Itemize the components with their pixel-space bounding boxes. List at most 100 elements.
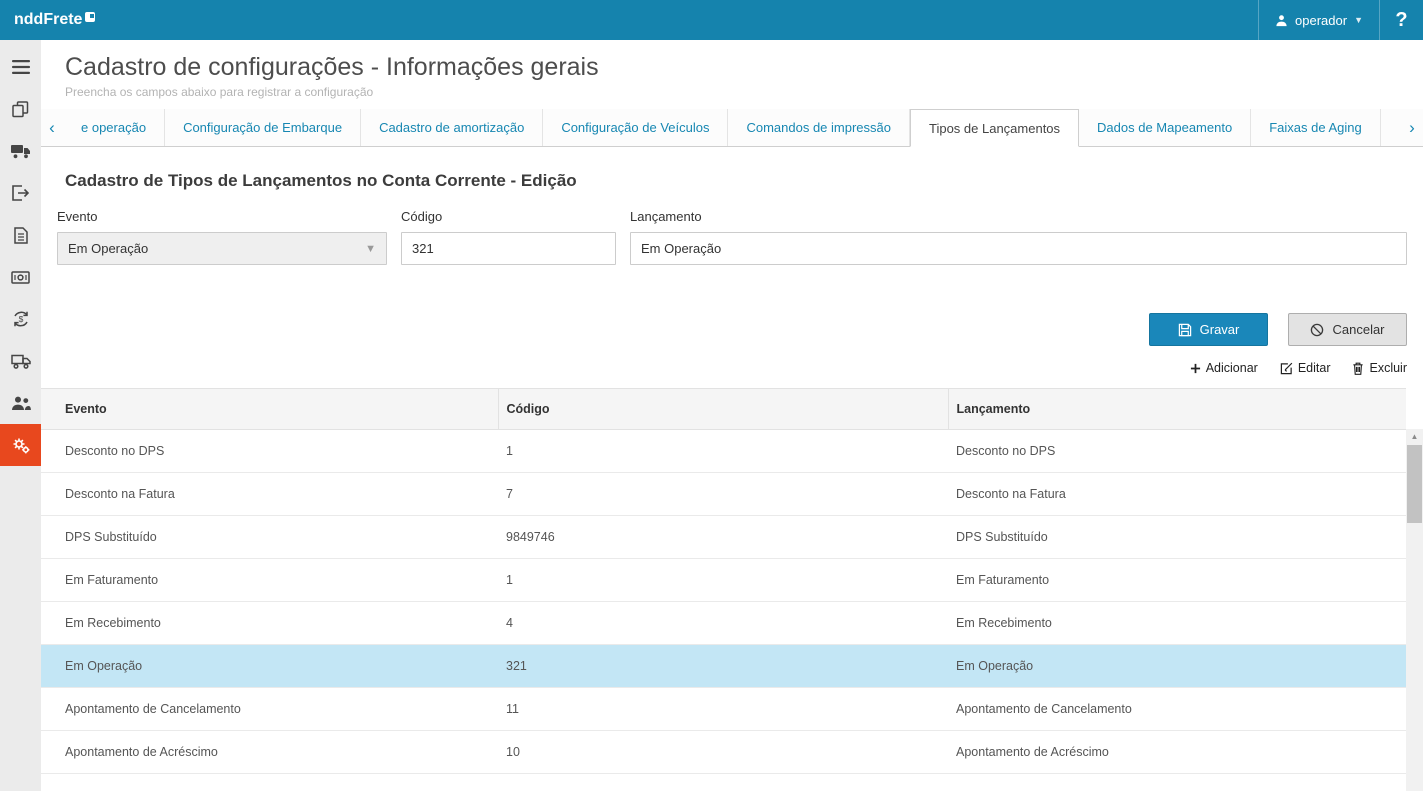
- codigo-input[interactable]: [401, 232, 616, 265]
- trash-icon: [1352, 362, 1364, 375]
- evento-label: Evento: [57, 209, 387, 224]
- tab-faixas-de-aging[interactable]: Faixas de Aging: [1251, 109, 1381, 146]
- tab-configuracao-de-veiculos[interactable]: Configuração de Veículos: [543, 109, 728, 146]
- cell-codigo: 11: [498, 688, 948, 731]
- excluir-label: Excluir: [1369, 361, 1407, 375]
- table-row[interactable]: Em Recebimento 4 Em Recebimento: [41, 602, 1406, 645]
- table-row[interactable]: Desconto no DPS 1 Desconto no DPS: [41, 430, 1406, 473]
- user-icon: [1275, 14, 1288, 27]
- tab-tipos-de-lancamentos[interactable]: Tipos de Lançamentos: [910, 109, 1079, 147]
- sidebar-item-money-cycle[interactable]: $: [0, 298, 41, 340]
- cell-evento: Apontamento de Cancelamento: [41, 688, 498, 731]
- gravar-label: Gravar: [1200, 322, 1240, 337]
- evento-field-group: Evento Em Operação ▼: [57, 209, 387, 265]
- cell-codigo: 9849746: [498, 516, 948, 559]
- cancel-icon: [1310, 323, 1324, 337]
- page-subtitle: Preencha os campos abaixo para registrar…: [65, 85, 1399, 99]
- sidebar-item-copy[interactable]: [0, 88, 41, 130]
- select-caret-icon: ▼: [365, 243, 376, 255]
- tab-comandos-de-impressao[interactable]: Comandos de impressão: [728, 109, 910, 146]
- sidebar-item-banknote[interactable]: [0, 256, 41, 298]
- tab-operacao[interactable]: e operação: [63, 109, 165, 146]
- brand-flag-icon: [85, 12, 95, 22]
- table-scrollbar[interactable]: ▲: [1406, 429, 1423, 791]
- table-row[interactable]: Apontamento de Acréscimo 10 Apontamento …: [41, 731, 1406, 774]
- cancelar-label: Cancelar: [1332, 322, 1384, 337]
- brand-logo: nddFrete: [14, 11, 95, 29]
- chevron-left-icon: ‹: [49, 118, 55, 138]
- evento-select[interactable]: Em Operação ▼: [57, 232, 387, 265]
- lancamentos-table: Evento Código Lançamento Desconto no DPS…: [41, 388, 1406, 774]
- sidebar-item-document[interactable]: [0, 214, 41, 256]
- tab-scroll-left[interactable]: ‹: [41, 109, 63, 146]
- cell-evento: Desconto no DPS: [41, 430, 498, 473]
- column-header-evento: Evento: [41, 389, 498, 430]
- cell-lancamento: Apontamento de Cancelamento: [948, 688, 1406, 731]
- help-label: ?: [1395, 9, 1407, 32]
- main-content: Cadastro de configurações - Informações …: [41, 40, 1423, 791]
- chevron-right-icon: ›: [1409, 118, 1415, 138]
- sidebar: $: [0, 40, 41, 791]
- editar-link[interactable]: Editar: [1280, 361, 1331, 375]
- banknote-icon: [11, 271, 30, 284]
- table-row-selected[interactable]: Em Operação 321 Em Operação: [41, 645, 1406, 688]
- table-row[interactable]: DPS Substituído 9849746 DPS Substituído: [41, 516, 1406, 559]
- sidebar-item-truck[interactable]: [0, 130, 41, 172]
- help-button[interactable]: ?: [1379, 0, 1423, 40]
- save-icon: [1178, 323, 1192, 337]
- codigo-field-group: Código: [401, 209, 616, 265]
- svg-text:$: $: [18, 314, 23, 324]
- cell-evento: Em Operação: [41, 645, 498, 688]
- menu-icon: [12, 60, 30, 74]
- tab-dados-de-mapeamento[interactable]: Dados de Mapeamento: [1079, 109, 1251, 146]
- section-heading: Cadastro de Tipos de Lançamentos no Cont…: [57, 171, 1407, 191]
- sidebar-item-settings[interactable]: [0, 424, 41, 466]
- users-icon: [11, 396, 31, 411]
- evento-selected-value: Em Operação: [68, 241, 148, 256]
- table-container: Evento Código Lançamento Desconto no DPS…: [41, 388, 1423, 791]
- money-cycle-icon: $: [12, 310, 30, 328]
- export-icon: [12, 185, 29, 201]
- settings-gears-icon: [11, 435, 31, 455]
- adicionar-label: Adicionar: [1206, 361, 1258, 375]
- lancamento-input[interactable]: [630, 232, 1407, 265]
- table-row[interactable]: Apontamento de Cancelamento 11 Apontamen…: [41, 688, 1406, 731]
- table-row[interactable]: Em Faturamento 1 Em Faturamento: [41, 559, 1406, 602]
- column-header-lancamento: Lançamento: [948, 389, 1406, 430]
- sidebar-item-delivery-truck[interactable]: [0, 340, 41, 382]
- cell-evento: Apontamento de Acréscimo: [41, 731, 498, 774]
- lancamento-field-group: Lançamento: [630, 209, 1407, 265]
- sidebar-item-export[interactable]: [0, 172, 41, 214]
- cell-lancamento: DPS Substituído: [948, 516, 1406, 559]
- scrollbar-up-icon[interactable]: ▲: [1406, 429, 1423, 444]
- tab-spacer: [1381, 109, 1401, 146]
- edit-icon: [1280, 362, 1293, 375]
- cell-codigo: 4: [498, 602, 948, 645]
- lancamento-label: Lançamento: [630, 209, 1407, 224]
- sidebar-item-menu[interactable]: [0, 46, 41, 88]
- gravar-button[interactable]: Gravar: [1149, 313, 1268, 346]
- cell-codigo: 10: [498, 731, 948, 774]
- cell-codigo: 1: [498, 559, 948, 602]
- tab-scroll-right[interactable]: ›: [1401, 109, 1423, 146]
- excluir-link[interactable]: Excluir: [1352, 361, 1407, 375]
- table-row[interactable]: Desconto na Fatura 7 Desconto na Fatura: [41, 473, 1406, 516]
- cell-lancamento: Em Operação: [948, 645, 1406, 688]
- cell-lancamento: Em Faturamento: [948, 559, 1406, 602]
- user-menu[interactable]: operador ▼: [1258, 0, 1379, 40]
- codigo-label: Código: [401, 209, 616, 224]
- adicionar-link[interactable]: Adicionar: [1190, 361, 1258, 375]
- scrollbar-thumb[interactable]: [1407, 445, 1422, 523]
- tab-configuracao-de-embarque[interactable]: Configuração de Embarque: [165, 109, 361, 146]
- cancelar-button[interactable]: Cancelar: [1288, 313, 1407, 346]
- delivery-truck-icon: [11, 354, 31, 369]
- column-header-codigo: Código: [498, 389, 948, 430]
- sidebar-item-users[interactable]: [0, 382, 41, 424]
- plus-icon: [1190, 363, 1201, 374]
- tab-cadastro-de-amortizacao[interactable]: Cadastro de amortização: [361, 109, 543, 146]
- cell-codigo: 321: [498, 645, 948, 688]
- tab-bar: ‹ e operação Configuração de Embarque Ca…: [41, 109, 1423, 147]
- form-section: Cadastro de Tipos de Lançamentos no Cont…: [41, 147, 1423, 375]
- editar-label: Editar: [1298, 361, 1331, 375]
- cell-codigo: 7: [498, 473, 948, 516]
